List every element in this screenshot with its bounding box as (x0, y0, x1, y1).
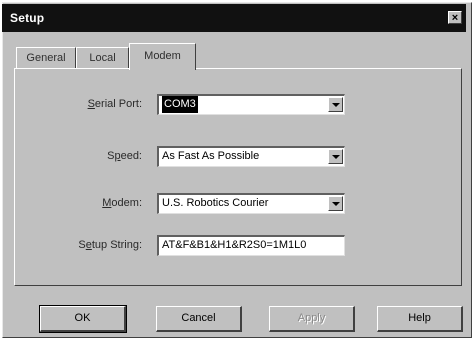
chevron-down-icon[interactable] (328, 149, 343, 164)
chevron-down-icon[interactable] (328, 97, 343, 112)
title-bar[interactable]: Setup × (2, 4, 466, 32)
serial-port-label: Serial Port: (87, 98, 142, 110)
speed-label: Speed: (107, 150, 142, 162)
ok-button[interactable]: OK (39, 305, 127, 333)
tab-modem[interactable]: Modem (129, 43, 196, 70)
tab-general-label: General (26, 52, 66, 64)
serial-port-select[interactable]: COM3 (157, 94, 345, 115)
modem-value: U.S. Robotics Courier (162, 197, 269, 209)
chevron-down-icon[interactable] (328, 196, 343, 211)
setup-string-label: Setup String: (78, 239, 142, 251)
modem-label: Modem: (102, 197, 142, 209)
help-button[interactable]: Help (377, 306, 463, 332)
tab-general[interactable]: General (16, 47, 76, 69)
close-button[interactable]: × (448, 11, 462, 24)
close-icon: × (451, 12, 459, 24)
apply-button[interactable]: Apply (269, 306, 355, 332)
modem-select[interactable]: U.S. Robotics Courier (157, 193, 345, 214)
cancel-button[interactable]: Cancel (156, 306, 242, 332)
modem-tab-panel: Serial Port: COM3 Speed: As Fast As Poss… (14, 68, 462, 286)
tab-modem-label: Modem (144, 50, 181, 62)
tab-local-label: Local (89, 52, 116, 64)
speed-select[interactable]: As Fast As Possible (157, 146, 345, 167)
window-title: Setup (10, 11, 45, 25)
speed-value: As Fast As Possible (162, 150, 260, 162)
setup-string-input[interactable]: AT&F&B1&H1&R2S0=1M1L0 (157, 235, 345, 256)
tab-local[interactable]: Local (76, 47, 129, 69)
setup-string-value: AT&F&B1&H1&R2S0=1M1L0 (162, 239, 307, 251)
serial-port-value: COM3 (162, 96, 198, 113)
